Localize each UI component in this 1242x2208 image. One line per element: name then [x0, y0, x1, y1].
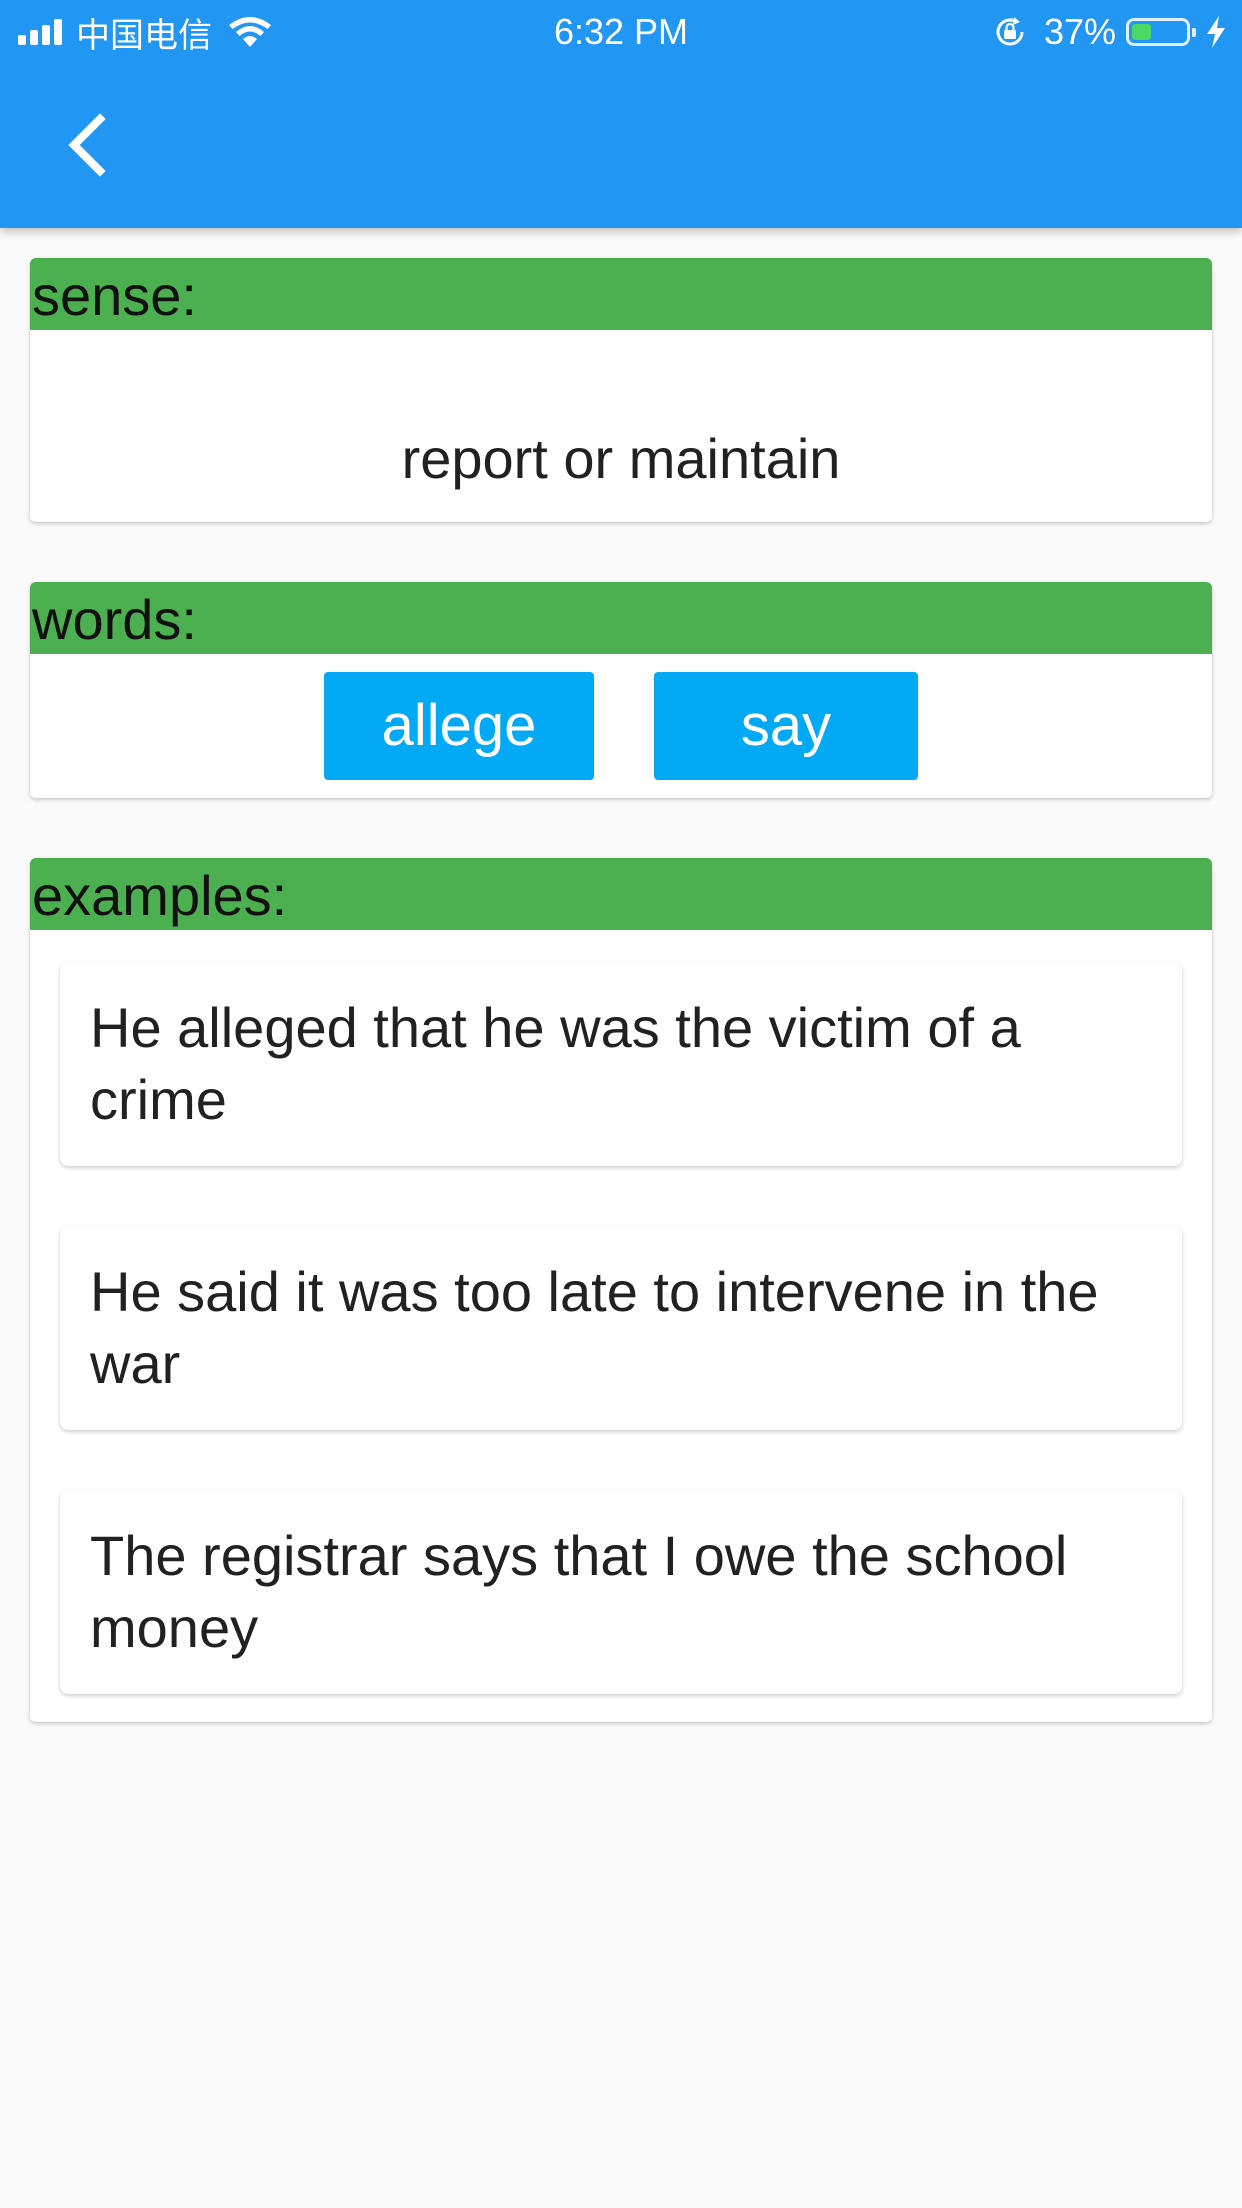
- battery-percent: 37%: [1043, 11, 1116, 52]
- sense-definition: report or maintain: [401, 427, 841, 490]
- examples-header: examples:: [30, 858, 1212, 930]
- status-right: 37%: [990, 10, 1228, 54]
- words-list: allege say: [30, 672, 1212, 780]
- word-chip-allege[interactable]: allege: [324, 672, 594, 780]
- words-header: words:: [30, 582, 1212, 654]
- words-card: words: allege say: [30, 582, 1212, 798]
- chevron-left-icon: [68, 113, 106, 177]
- app-bar: 中国电信 6:32 PM 37%: [0, 0, 1242, 228]
- example-item: The registrar says that I owe the school…: [60, 1490, 1182, 1694]
- orientation-lock-icon: [996, 17, 1024, 46]
- word-chip-say[interactable]: say: [654, 672, 918, 780]
- battery-level: [1132, 24, 1151, 40]
- example-item: He said it was too late to intervene in …: [60, 1226, 1182, 1430]
- charging-icon: [1207, 16, 1225, 48]
- example-item: He alleged that he was the victim of a c…: [60, 962, 1182, 1166]
- battery-icon: [1126, 18, 1196, 46]
- sense-card: sense: report or maintain: [30, 258, 1212, 522]
- sense-header: sense:: [30, 258, 1212, 330]
- status-bar: 中国电信 6:32 PM 37%: [0, 0, 1242, 62]
- examples-card: examples: He alleged that he was the vic…: [30, 858, 1212, 1722]
- back-button[interactable]: [48, 100, 122, 190]
